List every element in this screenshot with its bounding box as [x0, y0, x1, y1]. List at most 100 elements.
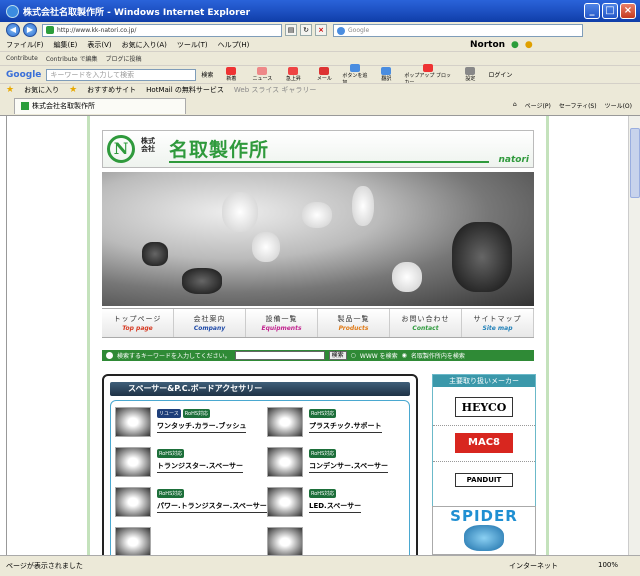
nav-products[interactable]: 製品一覧 Products: [318, 309, 390, 337]
product-image[interactable]: [267, 447, 303, 477]
product-image[interactable]: [115, 527, 151, 555]
norton-check-icon[interactable]: ●: [511, 40, 519, 50]
gt-settings-button[interactable]: 設定: [457, 67, 483, 82]
contribute-edit-button[interactable]: Contribute で編集: [46, 54, 98, 63]
product-list: リユース RoHS対応 ワンタッチ.カラー.ブッシュ RoHS対応 プラスチック.…: [110, 400, 410, 555]
favorites-bar: ★ お気に入り ★ おすすめサイト HotMail の無料サービス Web スラ…: [0, 83, 640, 96]
home-icon[interactable]: ⌂: [513, 101, 517, 110]
page-menu[interactable]: ページ(P): [525, 101, 551, 110]
reuse-badge: リユース: [157, 409, 181, 418]
nav-sitemap[interactable]: サイトマップ Site map: [462, 309, 534, 337]
product-name[interactable]: トランジスター.スペーサー: [157, 461, 244, 473]
google-toolbar: Google キーワードを入力して検索 検索 新着 ニュース 急上昇 メール ボ…: [0, 63, 640, 86]
menu-view[interactable]: 表示(V): [87, 40, 111, 50]
product-name[interactable]: LED.スペーサー: [309, 501, 362, 513]
gt-login-button[interactable]: ログイン: [488, 70, 512, 79]
compat-view-button[interactable]: ▤: [285, 24, 297, 36]
product-image[interactable]: [267, 527, 303, 555]
rohs-badge: RoHS対応: [157, 489, 185, 498]
address-url: http://www.kk-natori.co.jp/: [57, 26, 137, 34]
minimize-button[interactable]: _: [584, 3, 600, 19]
favorites-star-icon[interactable]: ★: [6, 85, 14, 95]
nav-company[interactable]: 会社案内 Company: [174, 309, 246, 337]
google-logo[interactable]: Google: [6, 70, 41, 80]
tools-menu[interactable]: ツール(O): [605, 101, 632, 110]
gt-translate-button[interactable]: 翻訳: [373, 67, 399, 82]
product-name[interactable]: パワー.トランジスター.スペーサー: [157, 501, 267, 513]
contribute-label[interactable]: Contribute: [6, 55, 38, 62]
safety-menu[interactable]: セーフティ(S): [559, 101, 597, 110]
contribute-toolbar: Contribute Contribute で編集 ブログに投稿: [0, 51, 640, 65]
favorites-label[interactable]: お気に入り: [24, 85, 59, 95]
site-search-button[interactable]: 検索: [328, 351, 347, 360]
google-search-input[interactable]: キーワードを入力して検索: [46, 68, 197, 81]
scroll-thumb[interactable]: [630, 128, 640, 198]
product-item[interactable]: [115, 527, 151, 555]
product-item[interactable]: RoHS対応 コンデンサー.スペーサー: [267, 447, 389, 477]
gt-trend-button[interactable]: 急上昇: [280, 67, 306, 82]
product-image[interactable]: [115, 447, 151, 477]
nav-equipments[interactable]: 設備一覧 Equipments: [246, 309, 318, 337]
product-item[interactable]: RoHS対応 トランジスター.スペーサー: [115, 447, 244, 477]
contribute-blog-button[interactable]: ブログに投稿: [106, 54, 142, 63]
tab-bar: 株式会社名取製作所 ⌂ ページ(P) セーフティ(S) ツール(O): [0, 96, 640, 116]
close-button[interactable]: ×: [620, 3, 636, 19]
product-item[interactable]: RoHS対応 プラスチック.サポート: [267, 407, 382, 437]
spider-banner[interactable]: SPIDER: [432, 506, 536, 555]
maker-panduit[interactable]: PANDUIT: [455, 473, 513, 487]
menu-help[interactable]: ヘルプ(H): [218, 40, 250, 50]
site-search-input[interactable]: [234, 351, 325, 360]
product-item[interactable]: リユース RoHS対応 ワンタッチ.カラー.ブッシュ: [115, 407, 247, 437]
product-name[interactable]: ワンタッチ.カラー.ブッシュ: [157, 421, 247, 433]
product-image[interactable]: [115, 407, 151, 437]
tab-current[interactable]: 株式会社名取製作所: [14, 97, 186, 114]
security-zone[interactable]: インターネット: [509, 561, 558, 571]
company-logo[interactable]: N: [107, 135, 135, 163]
radio-site[interactable]: ◉: [402, 352, 407, 359]
gt-news-button[interactable]: ニュース: [249, 67, 275, 82]
fav-link-hotmail[interactable]: HotMail の無料サービス: [146, 85, 224, 95]
page-viewport[interactable]: N 株式 会社 名取製作所 natori トップページ Top page 会社案内…: [6, 116, 628, 555]
search-go-icon: [106, 352, 113, 359]
product-name[interactable]: コンデンサー.スペーサー: [309, 461, 389, 473]
norton-alert-icon[interactable]: ●: [525, 40, 533, 50]
live-search-input[interactable]: Google: [333, 23, 583, 37]
back-button[interactable]: ◀: [6, 23, 20, 37]
gt-new-button[interactable]: 新着: [218, 67, 244, 82]
fav-link-webslice[interactable]: Web スライス ギャラリー: [234, 85, 317, 95]
product-image[interactable]: [115, 487, 151, 517]
refresh-button[interactable]: ↻: [300, 24, 312, 36]
address-field[interactable]: http://www.kk-natori.co.jp/: [42, 23, 282, 37]
forward-button[interactable]: ▶: [23, 23, 37, 37]
status-bar: ページが表示されました インターネット 100%: [0, 555, 640, 576]
menu-file[interactable]: ファイル(F): [6, 40, 44, 50]
maker-heyco[interactable]: HEYCO: [455, 397, 513, 417]
product-item[interactable]: [267, 527, 303, 555]
vertical-scrollbar[interactable]: [628, 116, 640, 555]
product-name[interactable]: プラスチック.サポート: [309, 421, 382, 433]
product-item[interactable]: RoHS対応 LED.スペーサー: [267, 487, 362, 517]
radio-www[interactable]: ○: [351, 352, 356, 359]
radio-www-label: WWW を検索: [359, 353, 398, 360]
product-image[interactable]: [267, 407, 303, 437]
fav-link-recommended[interactable]: おすすめサイト: [87, 85, 136, 95]
maximize-button[interactable]: □: [602, 3, 618, 19]
gt-mail-button[interactable]: メール: [311, 67, 337, 82]
google-search-button[interactable]: 検索: [201, 70, 213, 79]
zoom-level[interactable]: 100%: [598, 561, 618, 571]
menu-tools[interactable]: ツール(T): [177, 40, 208, 50]
product-image[interactable]: [267, 487, 303, 517]
add-favorite-icon[interactable]: ★: [69, 85, 77, 95]
stop-button[interactable]: ×: [315, 24, 327, 36]
nav-top-page[interactable]: トップページ Top page: [102, 309, 174, 337]
site-header: N 株式 会社 名取製作所 natori: [102, 130, 534, 168]
category-title: スペーサー&P.C.ボードアクセサリー: [110, 382, 410, 396]
nav-contact[interactable]: お問い合わせ Contact: [390, 309, 462, 337]
maker-mac8[interactable]: MAC8: [455, 433, 513, 453]
product-item[interactable]: RoHS対応 パワー.トランジスター.スペーサー: [115, 487, 267, 517]
site-nav: トップページ Top page 会社案内 Company 設備一覧 Equipment…: [102, 308, 534, 338]
norton-label[interactable]: Norton: [470, 40, 505, 50]
menu-favorites[interactable]: お気に入り(A): [122, 40, 167, 50]
menu-edit[interactable]: 編集(E): [54, 40, 78, 50]
header-rule: [169, 161, 489, 163]
